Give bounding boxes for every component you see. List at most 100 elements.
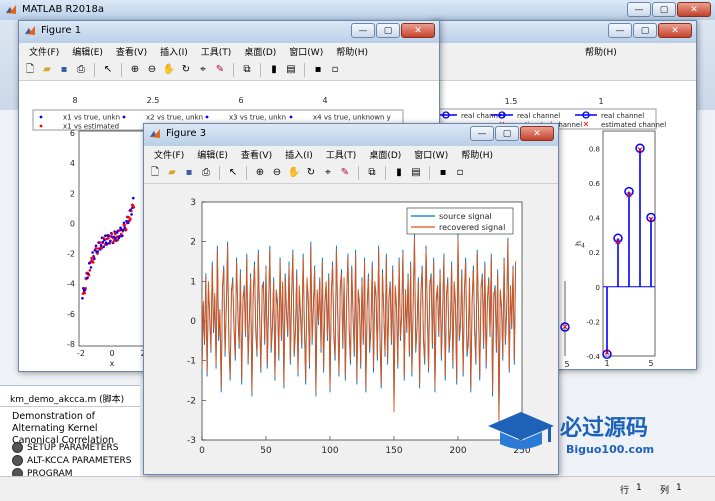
menu-item-1[interactable]: 编辑(E) [72, 45, 103, 58]
status-bar: 行 1 列 1 [0, 476, 715, 501]
menu-item-1[interactable]: 编辑(E) [197, 148, 228, 161]
menu-item-3[interactable]: 插入(I) [285, 148, 313, 161]
figure2-y-tick: 0.4 [589, 215, 601, 223]
figure1-top-tick: 2.5 [147, 96, 160, 105]
pointer-icon[interactable]: ↖ [101, 63, 115, 77]
show-tools-icon[interactable]: ▫ [328, 63, 342, 77]
figure2-y-tick: 0.6 [589, 180, 601, 188]
minimize-button[interactable]: — [627, 2, 651, 17]
status-row-value: 1 [636, 483, 642, 493]
figure3-x-tick-label: 0 [199, 446, 205, 456]
open-folder-icon[interactable]: ▰ [40, 63, 54, 77]
script-tab[interactable]: km_demo_akcca.m (脚本) [10, 392, 124, 405]
menu-item-0[interactable]: 文件(F) [154, 148, 184, 161]
link-icon[interactable]: ⧉ [240, 63, 254, 77]
editor-divider [0, 406, 140, 407]
figure2-minimize-button[interactable]: — [608, 23, 632, 38]
pan-icon[interactable]: ✋ [287, 166, 301, 180]
figure2-legend-entry: real channel [517, 112, 560, 120]
figure1-true-point [122, 221, 126, 225]
figure3-title-bar: Figure 3 — ▢ ✕ [144, 124, 558, 147]
colorbar-icon[interactable]: ▮ [267, 63, 281, 77]
brush-icon[interactable]: ✎ [213, 63, 227, 77]
show-tools-icon[interactable]: ▫ [453, 166, 467, 180]
zoom-out-icon[interactable]: ⊖ [270, 166, 284, 180]
figure2-y-tick: -0.4 [586, 353, 600, 361]
figure1-maximize-button[interactable]: ▢ [376, 23, 400, 38]
editor-pane: km_demo_akcca.m (脚本) Demonstration of Al… [0, 385, 140, 479]
figure2-close-button[interactable]: ✕ [658, 23, 692, 38]
hide-tools-icon[interactable]: ▪ [311, 63, 325, 77]
figure3-x-tick-label: 50 [260, 446, 272, 456]
menu-item-2[interactable]: 查看(V) [241, 148, 272, 161]
figure1-true-point [109, 239, 112, 243]
cell-item[interactable]: SETUP PARAMETERS [12, 441, 132, 454]
figure2-legend-entry: real channel [461, 112, 504, 120]
menu-item-4[interactable]: 工具(T) [326, 148, 357, 161]
figure3-legend-entry: source signal [439, 212, 492, 221]
colorbar-icon[interactable]: ▮ [392, 166, 406, 180]
menu-item-5[interactable]: 桌面(D) [369, 148, 401, 161]
figure1-true-point [120, 234, 124, 237]
save-icon[interactable]: ▪ [182, 166, 196, 180]
cell-item[interactable]: ALT-KCCA PARAMETERS [12, 454, 132, 467]
figure1-true-point [104, 234, 107, 237]
menu-item-7[interactable]: 帮助(H) [336, 45, 368, 58]
figure1-legend-entry: x2 vs true, unkn [146, 114, 203, 122]
figure2-x-tick: 1 [604, 359, 609, 368]
print-icon[interactable]: ⎙ [199, 166, 213, 180]
menu-item-4[interactable]: 工具(T) [201, 45, 232, 58]
figure3-y-tick-label: -1 [187, 357, 196, 367]
figure2-maximize-button[interactable]: ▢ [633, 23, 657, 38]
data-cursor-icon[interactable]: ⌖ [321, 166, 335, 180]
figure1-minimize-button[interactable]: — [351, 23, 375, 38]
figure1-top-tick: 4 [322, 96, 327, 105]
menu-item-3[interactable]: 插入(I) [160, 45, 188, 58]
menu-item-0[interactable]: 文件(F) [29, 45, 59, 58]
print-icon[interactable]: ⎙ [74, 63, 88, 77]
figure1-true-point [130, 213, 133, 216]
brush-icon[interactable]: ✎ [338, 166, 352, 180]
rotate-icon[interactable]: ↻ [179, 63, 193, 77]
matlab-window-title: MATLAB R2018a [22, 4, 105, 15]
figure3-icon [149, 128, 161, 140]
link-icon[interactable]: ⧉ [365, 166, 379, 180]
figure1-y-tick: 6 [70, 129, 75, 138]
data-cursor-icon[interactable]: ⌖ [196, 63, 210, 77]
legend-icon[interactable]: ▤ [284, 63, 298, 77]
figure1-y-tick: -4 [67, 280, 75, 289]
pointer-icon[interactable]: ↖ [226, 166, 240, 180]
figure1-estimated-point [87, 273, 91, 277]
open-folder-icon[interactable]: ▰ [165, 166, 179, 180]
figure3-close-button[interactable]: ✕ [520, 126, 554, 141]
maximize-button[interactable]: ▢ [652, 2, 676, 17]
hide-tools-icon[interactable]: ▪ [436, 166, 450, 180]
new-file-icon[interactable]: 🗋 [148, 166, 162, 180]
figure2-estimate-marker: ✕ [614, 238, 622, 248]
legend-icon[interactable]: ▤ [409, 166, 423, 180]
figure3-minimize-button[interactable]: — [470, 126, 494, 141]
figure2-estimate-marker: ✕ [603, 349, 611, 359]
figure1-close-button[interactable]: ✕ [401, 23, 435, 38]
cell-icon [12, 442, 23, 453]
menu-item-5[interactable]: 桌面(D) [244, 45, 276, 58]
menu-item-6[interactable]: 窗口(W) [414, 148, 448, 161]
pan-icon[interactable]: ✋ [162, 63, 176, 77]
figure2-toolbar [431, 60, 696, 81]
new-file-icon[interactable]: 🗋 [23, 63, 37, 77]
rotate-icon[interactable]: ↻ [304, 166, 318, 180]
close-button[interactable]: ✕ [677, 2, 711, 17]
menu-item-help[interactable]: 帮助(H) [585, 45, 617, 58]
figure1-estimated-point [130, 209, 133, 213]
figure3-maximize-button[interactable]: ▢ [495, 126, 519, 141]
zoom-out-icon[interactable]: ⊖ [145, 63, 159, 77]
zoom-in-icon[interactable]: ⊕ [253, 166, 267, 180]
menu-item-7[interactable]: 帮助(H) [461, 148, 493, 161]
menu-item-2[interactable]: 查看(V) [116, 45, 147, 58]
watermark-text: 必过源码 [560, 416, 649, 441]
save-icon[interactable]: ▪ [57, 63, 71, 77]
zoom-in-icon[interactable]: ⊕ [128, 63, 142, 77]
figure1-y-tick: -2 [67, 250, 75, 259]
menu-item-6[interactable]: 窗口(W) [289, 45, 323, 58]
watermark-logo [486, 408, 556, 457]
